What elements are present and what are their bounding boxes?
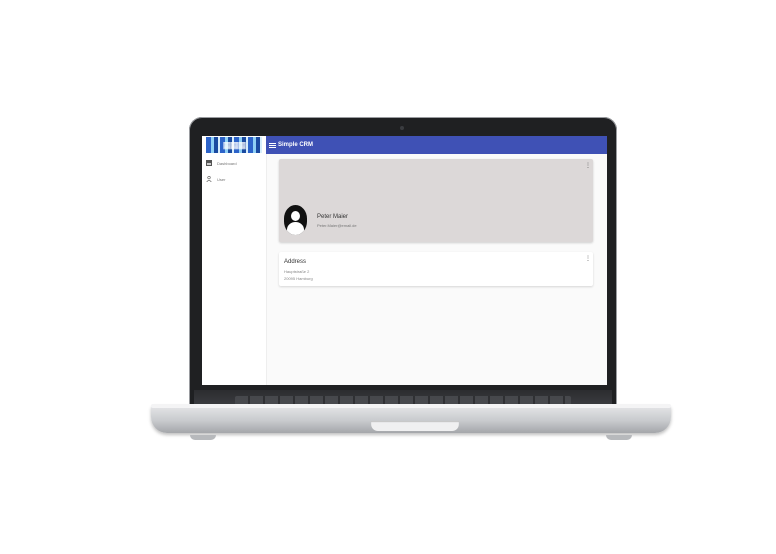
app-title: Simple CRM (278, 142, 314, 148)
menu-icon[interactable] (269, 142, 276, 148)
app-screen: ▦▦▦ Dashboard User Simple CRM ⋮ Peter Ma… (202, 136, 607, 385)
laptop-foot-left (190, 435, 216, 440)
camera-dot (400, 126, 404, 130)
sidebar-item-user[interactable]: User (206, 174, 225, 184)
person-icon (206, 176, 212, 183)
more-vert-icon[interactable]: ⋮ (585, 163, 591, 169)
address-city: 20095 Hamburg (284, 276, 313, 281)
user-email: Peter.Maier@email.de (317, 223, 357, 228)
logo-graphic: ▦▦▦ (222, 139, 246, 150)
app-toolbar: Simple CRM (266, 136, 607, 154)
user-profile-card: ⋮ Peter Maier Peter.Maier@email.de (279, 159, 593, 242)
sidebar-item-label: User (217, 176, 226, 182)
laptop-base-edge (151, 404, 671, 408)
avatar-icon (284, 205, 307, 235)
sidebar-item-label: Dashboard (217, 160, 237, 166)
app-logo[interactable]: ▦▦▦ (206, 137, 262, 153)
address-street: Hauptstraße 2 (284, 269, 310, 274)
user-name: Peter Maier (317, 214, 349, 220)
dashboard-icon (206, 160, 212, 166)
laptop-notch (371, 421, 459, 431)
sidebar-item-dashboard[interactable]: Dashboard (206, 158, 237, 168)
sidebar: ▦▦▦ Dashboard User (202, 136, 267, 385)
address-title: Address (284, 259, 307, 265)
address-card: ⋮ Address Hauptstraße 2 20095 Hamburg (279, 252, 593, 286)
laptop-foot-right (606, 435, 632, 440)
more-vert-icon[interactable]: ⋮ (585, 256, 591, 262)
